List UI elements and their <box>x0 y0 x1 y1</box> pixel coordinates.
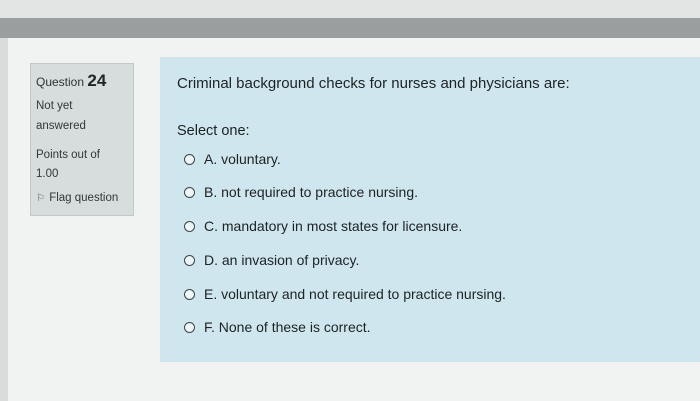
radio-button[interactable] <box>184 288 195 300</box>
question-number: 24 <box>87 71 107 90</box>
radio-button[interactable] <box>184 254 195 266</box>
question-text: Criminal background checks for nurses an… <box>177 75 570 92</box>
answer-option-label: E. voluntary and not required to practic… <box>204 286 506 302</box>
flag-icon: ⚐ <box>36 193 45 204</box>
answer-option-label: F. None of these is correct. <box>204 319 371 335</box>
question-info-box: Question 24 Not yet answered Points out … <box>30 63 134 216</box>
points-label: Points out of <box>36 149 100 161</box>
question-state-line1: Not yet <box>36 100 73 112</box>
radio-button[interactable] <box>184 186 195 198</box>
answer-option-f[interactable]: F. None of these is correct. <box>184 317 371 337</box>
radio-button[interactable] <box>184 153 195 165</box>
answer-option-c[interactable]: C. mandatory in most states for licensur… <box>184 216 462 236</box>
answer-option-label: A. voluntary. <box>204 151 281 167</box>
radio-button[interactable] <box>184 220 195 232</box>
header-band <box>0 18 700 38</box>
question-content-box: Criminal background checks for nurses an… <box>160 57 700 362</box>
answer-option-e[interactable]: E. voluntary and not required to practic… <box>184 284 506 304</box>
points-value: 1.00 <box>36 168 59 180</box>
select-one-prompt: Select one: <box>177 123 250 139</box>
answer-option-label: B. not required to practice nursing. <box>204 184 419 200</box>
flag-question-link[interactable]: ⚐ Flag question <box>36 192 118 204</box>
answer-option-label: D. an invasion of privacy. <box>204 252 360 268</box>
question-state-line2: answered <box>36 120 86 132</box>
answer-option-a[interactable]: A. voluntary. <box>184 149 281 169</box>
question-number-label: Question 24 <box>36 71 107 90</box>
radio-button[interactable] <box>184 321 195 333</box>
answer-option-d[interactable]: D. an invasion of privacy. <box>184 250 359 270</box>
flag-question-label: Flag question <box>49 192 119 204</box>
answer-option-b[interactable]: B. not required to practice nursing. <box>184 182 418 202</box>
answer-option-label: C. mandatory in most states for licensur… <box>204 218 463 234</box>
